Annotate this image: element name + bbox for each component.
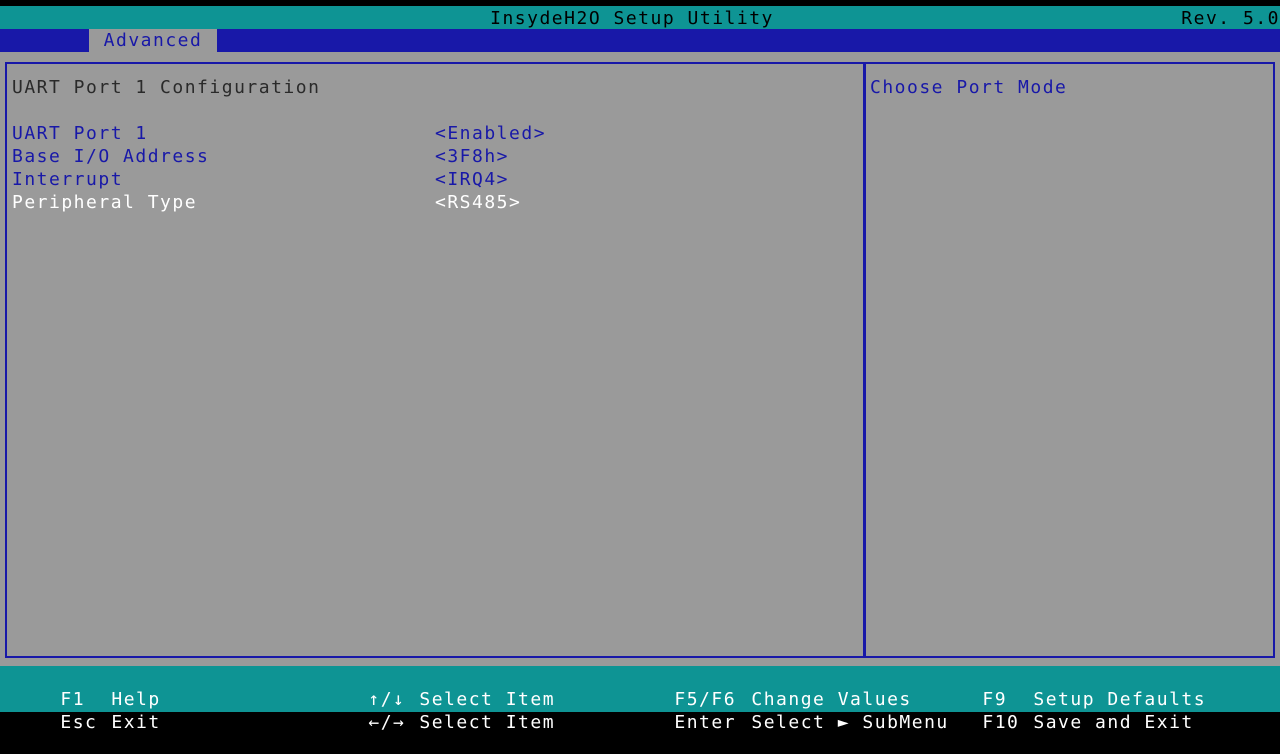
option-value[interactable]: <3F8h>	[435, 146, 509, 167]
revision-label: Rev. 5.0	[1181, 8, 1280, 29]
option-value[interactable]: <IRQ4>	[435, 169, 509, 190]
legend-exit: Esc Exit	[11, 691, 161, 754]
legend-action: Exit	[111, 712, 161, 733]
legend-action: Select ► SubMenu	[751, 712, 949, 733]
legend-key: Esc	[60, 712, 98, 733]
option-value[interactable]: <RS485>	[435, 192, 521, 213]
option-label[interactable]: Peripheral Type	[12, 192, 197, 213]
app-title: InsydeH2O Setup Utility	[490, 8, 774, 29]
legend-key: ←/→	[368, 712, 406, 733]
section-title: UART Port 1 Configuration	[12, 77, 321, 98]
legend-action: Select Item	[419, 712, 556, 733]
tab-advanced[interactable]: Advanced	[89, 29, 217, 52]
menu-bar: Advanced	[0, 29, 1280, 52]
legend-select-submenu: Enter Select ► SubMenu	[625, 691, 949, 754]
help-panel: Choose Port Mode	[863, 62, 1275, 658]
legend-save-exit: F10 Save and Exit	[933, 691, 1194, 754]
legend-action: Save and Exit	[1033, 712, 1194, 733]
option-label[interactable]: Interrupt	[12, 169, 123, 190]
legend-select-item-horizontal: ←/→ Select Item	[319, 691, 555, 754]
option-label[interactable]: UART Port 1	[12, 123, 148, 144]
options-panel: UART Port 1 Configuration UART Port 1 <E…	[5, 62, 866, 658]
option-value[interactable]: <Enabled>	[435, 123, 546, 144]
help-text: Choose Port Mode	[870, 77, 1068, 98]
option-label[interactable]: Base I/O Address	[12, 146, 209, 167]
legend-key: Enter	[674, 712, 737, 733]
legend-key: F10	[982, 712, 1020, 733]
key-legend: F1 Help Esc Exit ↑/↓ Select Item ←/→ Select …	[0, 666, 1280, 733]
main-panel: UART Port 1 Configuration UART Port 1 <E…	[0, 52, 1280, 666]
title-bar: InsydeH2O Setup Utility Rev. 5.0	[0, 6, 1280, 29]
